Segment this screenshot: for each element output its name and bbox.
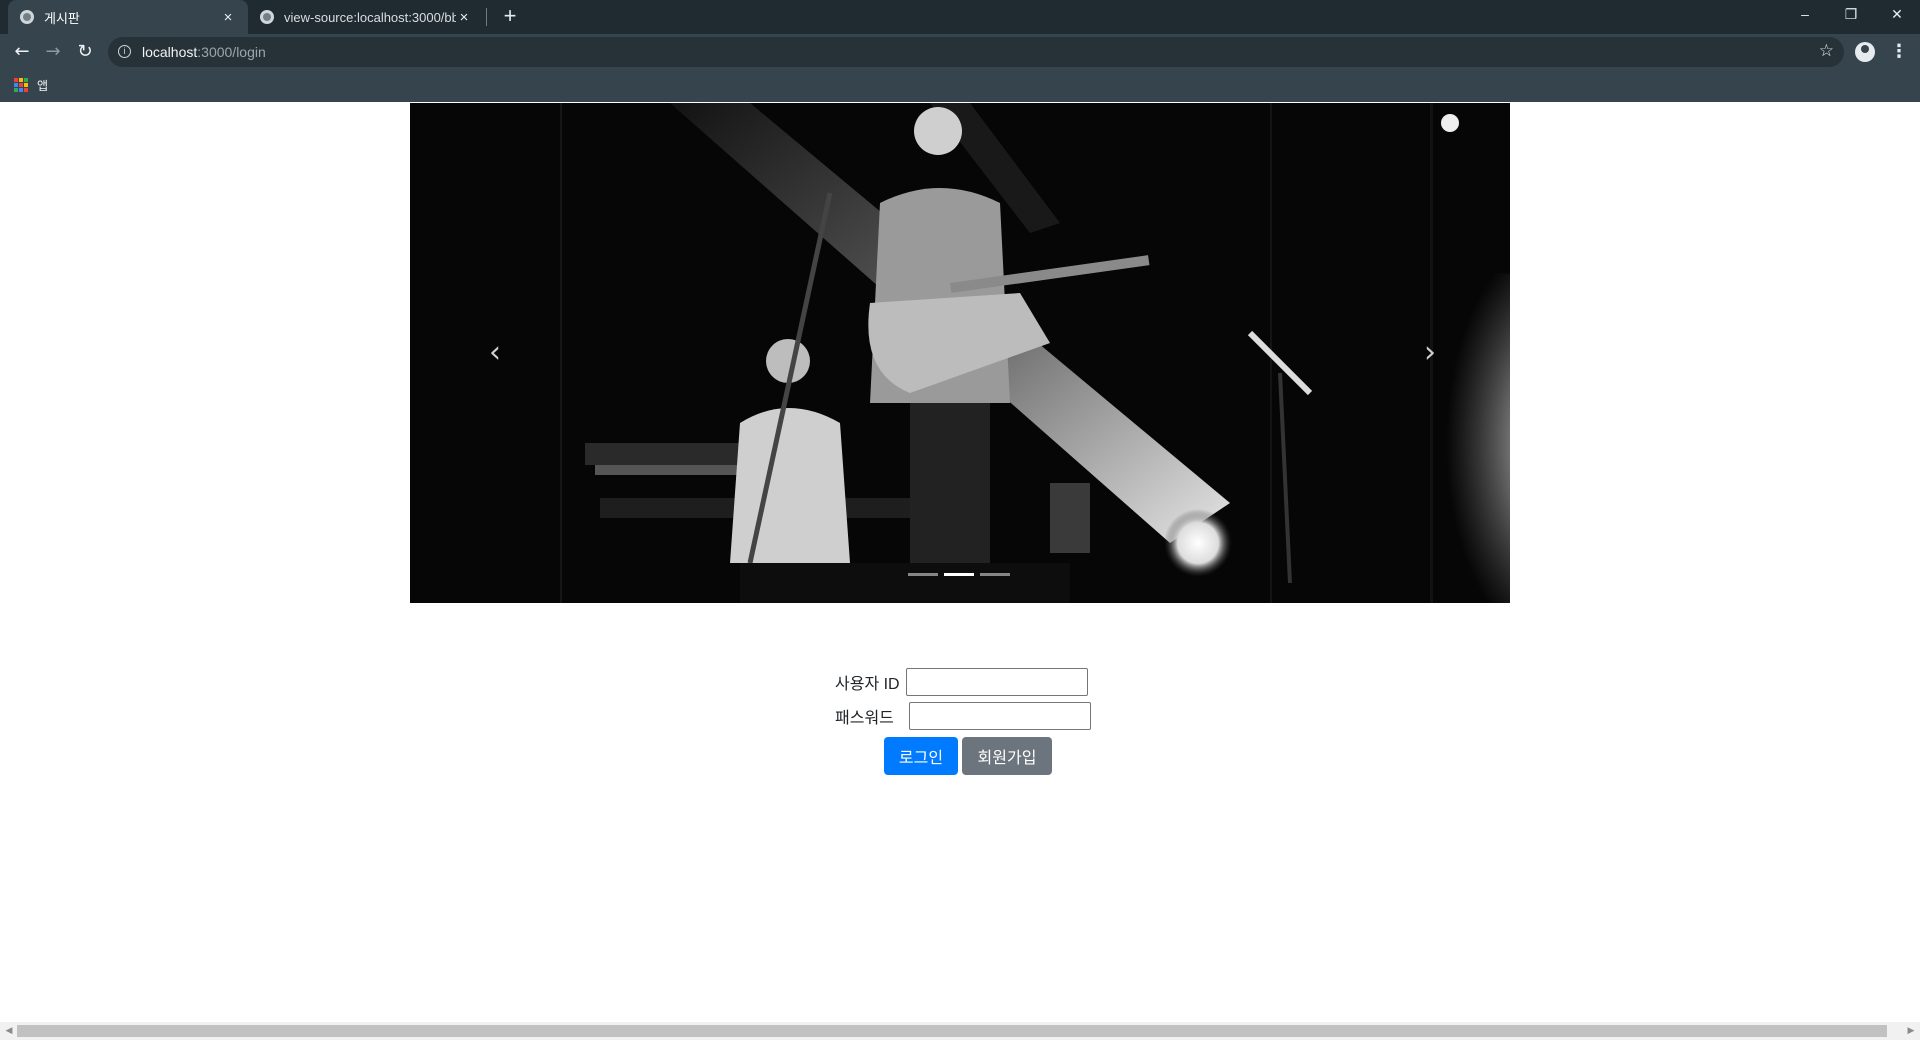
close-tab-icon[interactable]: × <box>220 9 236 26</box>
forward-arrow-icon[interactable]: → <box>41 40 65 64</box>
tab-title: 게시판 <box>44 10 80 26</box>
bookmark-star-icon[interactable]: ☆ <box>1819 41 1834 61</box>
tab-strip: 게시판 × view-source:localhost:3000/bbs/ × … <box>0 0 1920 34</box>
password-label: 패스워드 <box>835 710 894 727</box>
close-tab-icon[interactable]: × <box>456 9 472 26</box>
browser-chrome: 게시판 × view-source:localhost:3000/bbs/ × … <box>0 0 1920 102</box>
scroll-right-arrow-icon[interactable]: ▶ <box>1904 1024 1918 1038</box>
address-bar[interactable]: i localhost:3000/login ☆ <box>108 37 1844 67</box>
password-row: 패스워드 <box>835 702 1091 730</box>
url-text[interactable]: localhost:3000/login <box>142 44 266 60</box>
horizontal-scrollbar[interactable]: ◀ ▶ <box>0 1022 1920 1040</box>
tab-view-source[interactable]: view-source:localhost:3000/bbs/ × <box>248 0 484 34</box>
login-button[interactable]: 로그인 <box>884 737 958 775</box>
tab-title: view-source:localhost:3000/bbs/ <box>284 9 456 25</box>
carousel-indicator-1[interactable] <box>908 573 938 576</box>
user-id-row: 사용자 ID <box>835 668 1088 696</box>
minimize-button[interactable]: – <box>1782 0 1828 30</box>
image-carousel: ‹ › <box>410 103 1510 603</box>
browser-menu-icon[interactable]: ⋮ <box>1890 41 1908 63</box>
reload-icon[interactable]: ↻ <box>73 40 97 64</box>
user-id-input[interactable] <box>905 668 1088 696</box>
url-host: localhost <box>142 44 198 60</box>
globe-icon <box>260 10 274 24</box>
apps-bookmark-label[interactable]: 앱 <box>37 77 48 94</box>
carousel-next-icon[interactable]: › <box>1410 333 1450 373</box>
apps-grid-icon[interactable] <box>14 78 28 92</box>
carousel-indicator-2[interactable] <box>944 573 974 576</box>
tab-separator <box>486 8 487 26</box>
tab-bulletin-board[interactable]: 게시판 × <box>8 0 248 34</box>
window-close-button[interactable]: ✕ <box>1874 0 1920 30</box>
scroll-left-arrow-icon[interactable]: ◀ <box>2 1024 16 1038</box>
carousel-indicators <box>908 573 1010 576</box>
scrollbar-thumb[interactable] <box>17 1025 1887 1037</box>
carousel-prev-icon[interactable]: ‹ <box>475 333 515 373</box>
concert-photo <box>410 103 1510 603</box>
url-path: :3000/login <box>197 44 266 60</box>
bookmarks-bar: 앱 <box>0 70 1920 102</box>
globe-icon <box>20 10 34 24</box>
password-input[interactable] <box>908 702 1091 730</box>
profile-avatar-icon[interactable] <box>1855 42 1875 62</box>
new-tab-button[interactable]: + <box>498 5 522 29</box>
signup-button[interactable]: 회원가입 <box>962 737 1052 775</box>
restore-button[interactable]: ❐ <box>1828 0 1874 30</box>
back-arrow-icon[interactable]: ← <box>10 40 34 64</box>
info-icon[interactable]: i <box>118 45 131 58</box>
carousel-indicator-3[interactable] <box>980 573 1010 576</box>
user-id-label: 사용자 ID <box>835 676 900 693</box>
browser-toolbar: ← → ↻ i localhost:3000/login ☆ ⋮ <box>0 34 1920 70</box>
